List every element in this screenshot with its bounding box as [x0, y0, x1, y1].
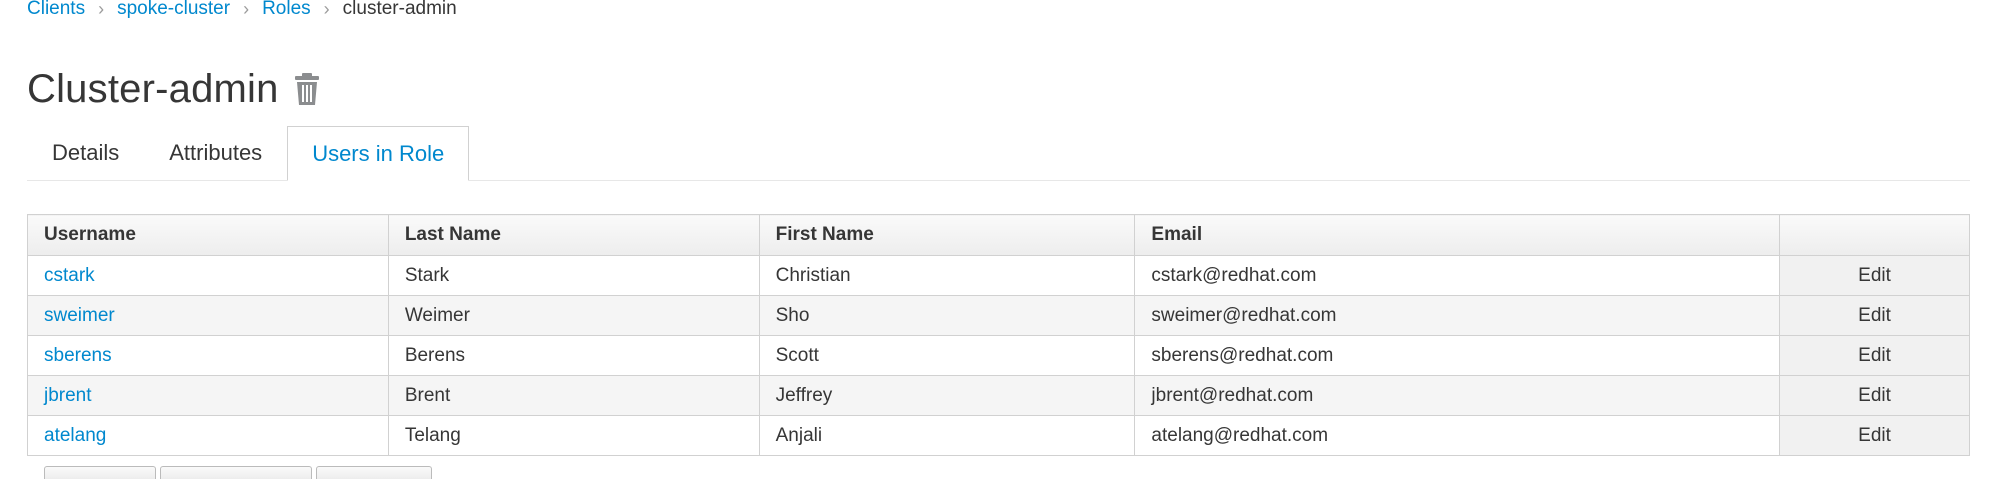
email-cell: jbrent@redhat.com: [1134, 375, 1781, 416]
column-header-actions: [1779, 214, 1970, 256]
last-name-cell: Berens: [387, 335, 760, 376]
username-cell: atelang: [27, 415, 389, 456]
last-name-cell: Stark: [387, 255, 760, 296]
breadcrumb-link-roles[interactable]: Roles: [262, 0, 311, 20]
breadcrumb: Clients › spoke-cluster › Roles › cluste…: [27, 0, 457, 24]
pagination-previous-button[interactable]: [160, 466, 312, 479]
edit-button[interactable]: Edit: [1779, 295, 1970, 336]
pagination-controls: [44, 466, 432, 479]
table-row: sweimer Weimer Sho sweimer@redhat.com Ed…: [27, 295, 1970, 336]
trash-icon[interactable]: [294, 72, 320, 106]
username-cell: sberens: [27, 335, 389, 376]
last-name-cell: Weimer: [387, 295, 760, 336]
first-name-cell: Sho: [758, 295, 1136, 336]
tab-details[interactable]: Details: [27, 126, 144, 180]
username-link[interactable]: sberens: [44, 345, 112, 366]
last-name-cell: Brent: [387, 375, 760, 416]
breadcrumb-link-spoke-cluster[interactable]: spoke-cluster: [117, 0, 230, 20]
pagination-next-button[interactable]: [316, 466, 432, 479]
username-cell: sweimer: [27, 295, 389, 336]
title-row: Cluster-admin: [27, 64, 320, 114]
chevron-right-icon: ›: [243, 0, 250, 19]
email-cell: cstark@redhat.com: [1134, 255, 1781, 296]
first-name-cell: Jeffrey: [758, 375, 1136, 416]
username-link[interactable]: sweimer: [44, 305, 115, 326]
table-row: atelang Telang Anjali atelang@redhat.com…: [27, 415, 1970, 456]
first-name-cell: Scott: [758, 335, 1136, 376]
first-name-cell: Christian: [758, 255, 1136, 296]
edit-button[interactable]: Edit: [1779, 415, 1970, 456]
table-row: sberens Berens Scott sberens@redhat.com …: [27, 335, 1970, 376]
email-cell: atelang@redhat.com: [1134, 415, 1781, 456]
first-name-cell: Anjali: [758, 415, 1136, 456]
tab-users-in-role[interactable]: Users in Role: [287, 126, 470, 181]
tab-attributes[interactable]: Attributes: [144, 126, 287, 180]
table-row: jbrent Brent Jeffrey jbrent@redhat.com E…: [27, 375, 1970, 416]
username-link[interactable]: cstark: [44, 265, 95, 286]
pagination-first-button[interactable]: [44, 466, 156, 479]
email-cell: sweimer@redhat.com: [1134, 295, 1781, 336]
column-header-last-name[interactable]: Last Name: [387, 214, 760, 256]
edit-button[interactable]: Edit: [1779, 375, 1970, 416]
column-header-email[interactable]: Email: [1134, 214, 1781, 256]
page-title: Cluster-admin: [27, 66, 279, 111]
edit-button[interactable]: Edit: [1779, 255, 1970, 296]
chevron-right-icon: ›: [98, 0, 105, 19]
last-name-cell: Telang: [387, 415, 760, 456]
table-header-row: Username Last Name First Name Email: [27, 214, 1970, 256]
column-header-username[interactable]: Username: [27, 214, 389, 256]
breadcrumb-link-clients[interactable]: Clients: [27, 0, 85, 20]
tab-bar: Details Attributes Users in Role: [27, 126, 1970, 181]
column-header-first-name[interactable]: First Name: [758, 214, 1136, 256]
username-link[interactable]: atelang: [44, 425, 106, 446]
username-link[interactable]: jbrent: [44, 385, 92, 406]
chevron-right-icon: ›: [323, 0, 330, 19]
username-cell: cstark: [27, 255, 389, 296]
edit-button[interactable]: Edit: [1779, 335, 1970, 376]
table-row: cstark Stark Christian cstark@redhat.com…: [27, 255, 1970, 296]
username-cell: jbrent: [27, 375, 389, 416]
email-cell: sberens@redhat.com: [1134, 335, 1781, 376]
breadcrumb-current: cluster-admin: [342, 0, 457, 19]
users-in-role-table: Username Last Name First Name Email csta…: [27, 214, 1970, 456]
